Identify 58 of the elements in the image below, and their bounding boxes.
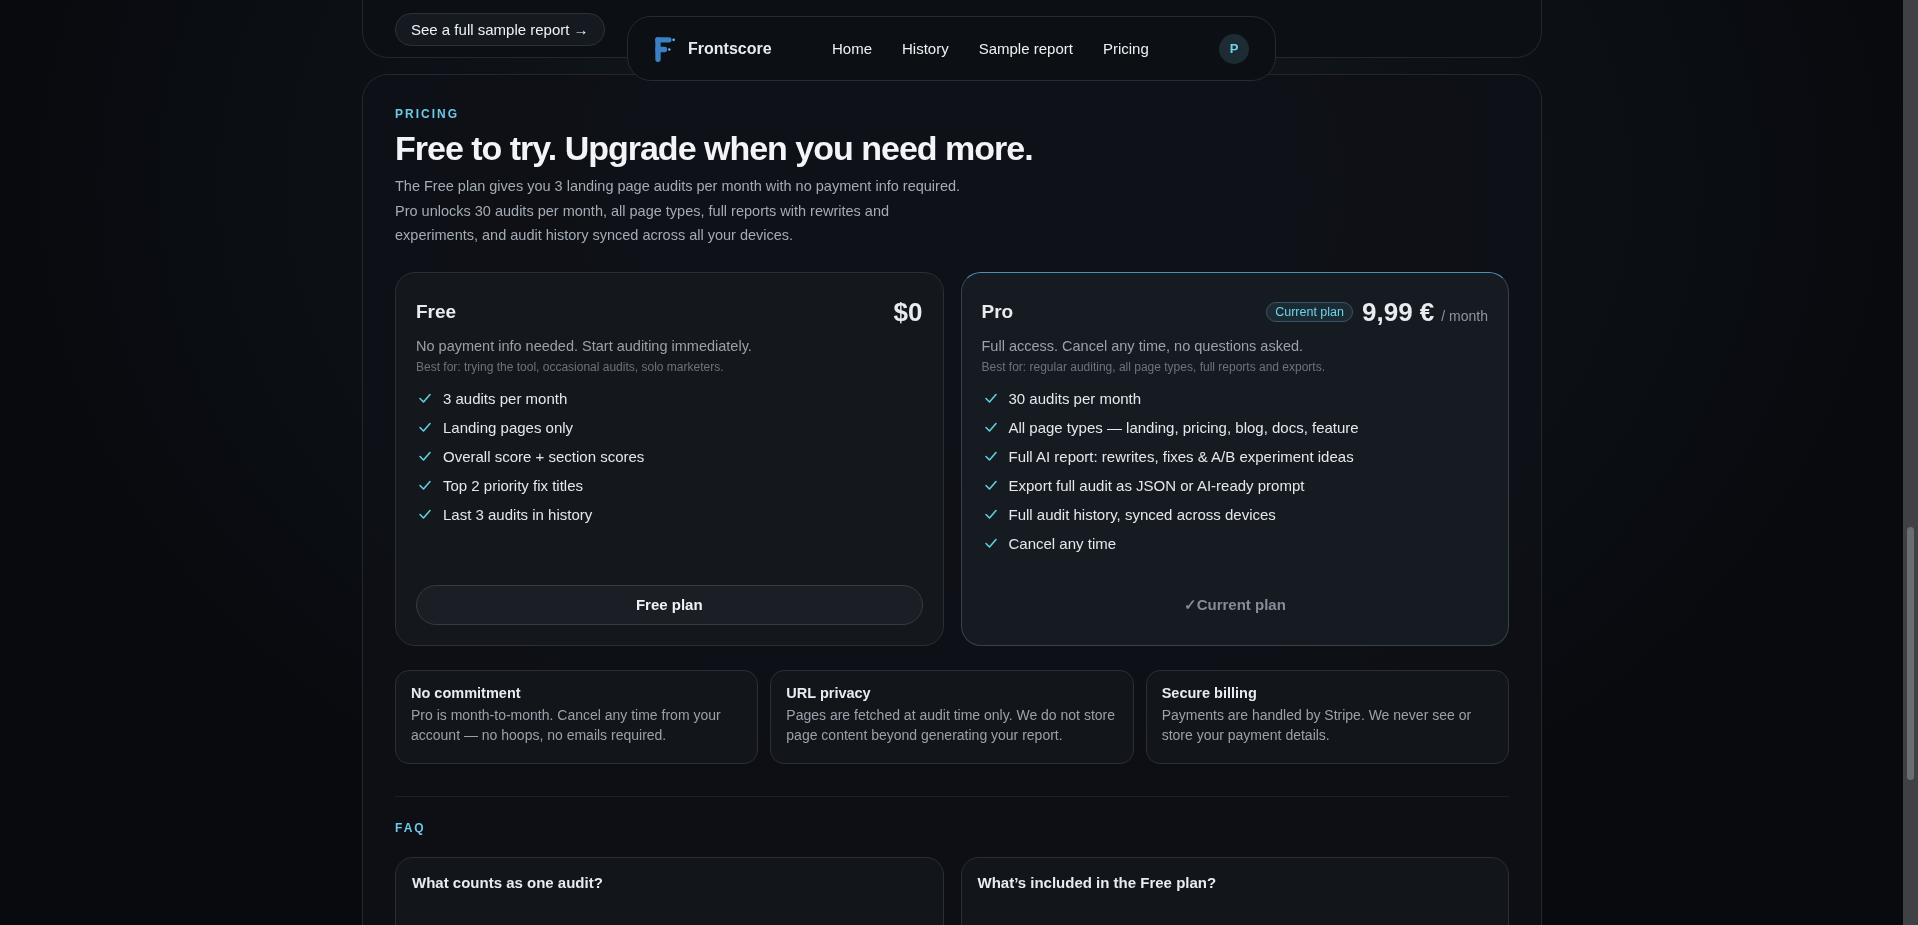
check-icon xyxy=(983,420,998,434)
check-icon xyxy=(983,507,998,521)
plan-button[interactable]: Free plan xyxy=(416,584,923,625)
nav-link[interactable]: Pricing xyxy=(1102,40,1149,57)
feature-text: Full audit history, synced across devices xyxy=(1008,505,1276,523)
feature-text: Last 3 audits in history xyxy=(443,505,593,523)
check-icon xyxy=(418,507,432,521)
plan-description: No payment info needed. Start auditing immediately. xyxy=(416,337,753,354)
check-icon xyxy=(983,449,998,463)
nav-link[interactable]: Sample report xyxy=(978,40,1073,57)
scrollbar-thumb[interactable] xyxy=(1907,527,1914,780)
intro-paragraph: The Free plan gives you 3 landing page audits per month with no payment info required. Pro unlocks 30 audits per month, all page types, full reports with rewrites and experiments, and audit history synced across all your devices. xyxy=(395,177,962,245)
section-eyebrow: PRICING xyxy=(395,107,460,121)
nav-link[interactable]: Home xyxy=(832,40,872,57)
assurance-text: Payments are handled by Stripe. We never see or store your payment details. xyxy=(1161,705,1473,745)
section-title: Free to try. Upgrade when you need more. xyxy=(395,129,1034,168)
feature-text: Landing pages only xyxy=(443,418,574,436)
feature-text: Full AI report: rewrites, fixes & A/B experiment ideas xyxy=(1008,447,1354,465)
check-icon xyxy=(983,478,998,492)
assurance-title: No commitment xyxy=(411,684,522,701)
feature-text: Cancel any time xyxy=(1008,534,1117,552)
check-icon xyxy=(418,420,432,434)
feature-text: Export full audit as JSON or AI-ready prompt xyxy=(1008,476,1305,494)
scrollbar[interactable] xyxy=(1903,0,1918,925)
section-eyebrow: FAQ xyxy=(395,820,427,835)
plan-button[interactable]: ✓Current plan xyxy=(981,584,1488,625)
logo-icon xyxy=(654,34,676,63)
sample-report-link[interactable]: See a full sample report → xyxy=(395,13,605,46)
plan-best-for: Best for: trying the tool, occasional audits, solo marketers. xyxy=(416,359,725,374)
faq-card[interactable]: What counts as one audit? xyxy=(395,856,944,925)
plan-price: $0 xyxy=(893,296,923,328)
feature-text: All page types — landing, pricing, blog, docs, feature xyxy=(1008,418,1359,436)
feature-text: 3 audits per month xyxy=(443,389,568,407)
plan-best-for: Best for: regular auditing, all page types, full reports and exports. xyxy=(981,359,1327,374)
faq-card[interactable]: What’s included in the Free plan? xyxy=(960,856,1509,925)
check-icon xyxy=(983,391,998,405)
price-period: / month xyxy=(1441,307,1488,324)
assurance-title: URL privacy xyxy=(786,684,872,701)
plan-price: 9,99 € xyxy=(1362,296,1435,328)
feature-text: 30 audits per month xyxy=(1008,389,1142,407)
assurance-text: Pages are fetched at audit time only. We do not store page content beyond generating your report. xyxy=(786,705,1116,745)
plan-description: Full access. Cancel any time, no questions asked. xyxy=(981,337,1305,354)
assurance-title: Secure billing xyxy=(1161,684,1258,701)
check-icon xyxy=(418,478,432,492)
current-plan-badge: Current plan xyxy=(1266,302,1353,322)
plan-name: Pro xyxy=(981,301,1014,323)
assurance-text: Pro is month-to-month. Cancel any time from your account — no hoops, no emails required. xyxy=(411,705,722,745)
faq-question: What counts as one audit? xyxy=(412,873,604,891)
brand-name: Frontscore xyxy=(688,39,772,58)
faq-question: What’s included in the Free plan? xyxy=(977,873,1218,891)
check-icon xyxy=(418,391,432,405)
feature-text: Overall score + section scores xyxy=(443,447,645,465)
nav-link[interactable]: History xyxy=(902,40,949,57)
avatar[interactable]: P xyxy=(1219,33,1249,64)
check-icon xyxy=(418,449,432,463)
feature-text: Top 2 priority fix titles xyxy=(443,476,584,494)
check-icon xyxy=(983,536,998,550)
plan-name: Free xyxy=(416,301,457,323)
